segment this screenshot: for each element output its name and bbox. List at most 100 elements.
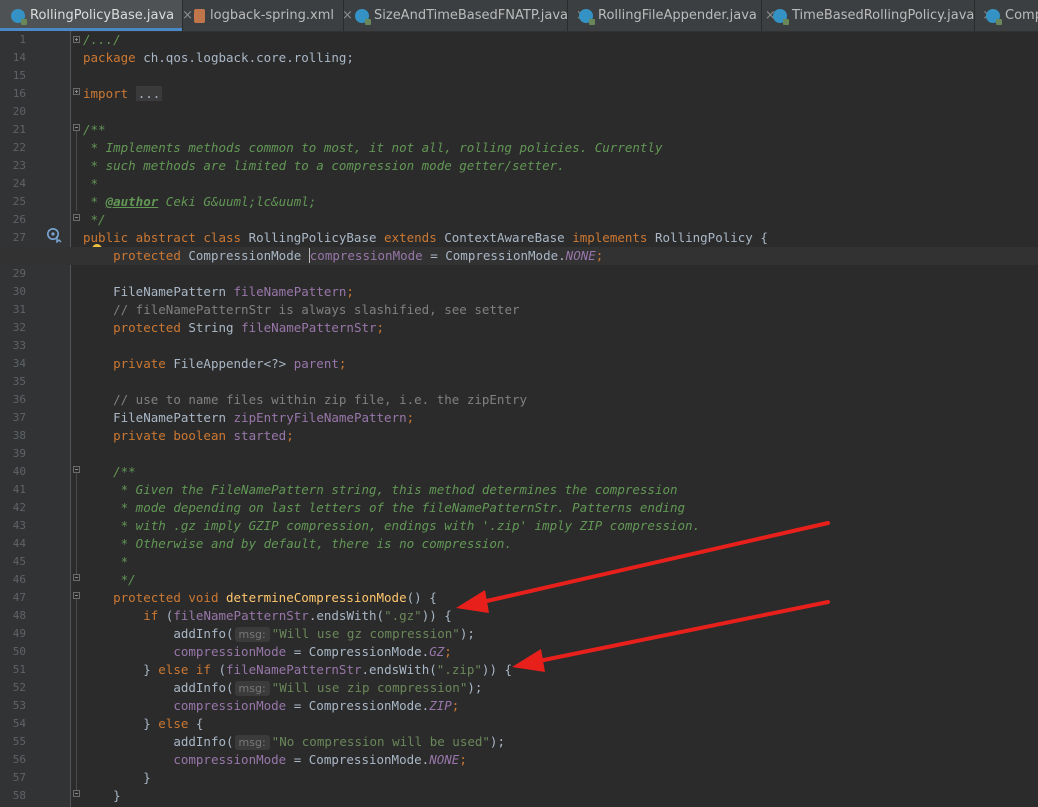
fold-guide bbox=[76, 131, 77, 211]
java-class-icon bbox=[986, 8, 1002, 25]
semicolon: ; bbox=[595, 248, 604, 263]
code-line-42: * mode depending on last letters of the … bbox=[83, 499, 685, 517]
folded-header-comment[interactable]: /.../ bbox=[83, 32, 121, 47]
keyword: protected bbox=[113, 248, 181, 263]
fold-collapse-icon[interactable] bbox=[73, 790, 80, 797]
code-line-51: } else if (fileNamePatternStr.endsWith("… bbox=[83, 661, 512, 679]
field-name: compressionMode bbox=[173, 752, 287, 767]
base-class: ContextAwareBase bbox=[436, 230, 573, 245]
type-name: CompressionMode bbox=[180, 248, 309, 263]
tab-timebasedrollingpolicy[interactable]: TimeBasedRollingPolicy.java × bbox=[762, 0, 993, 31]
line-number: 16 bbox=[12, 87, 26, 100]
field-name: started bbox=[226, 428, 287, 443]
line-number: 55 bbox=[12, 735, 26, 748]
tab-label: SizeAndTimeBasedFNATP.java bbox=[374, 8, 569, 23]
code-text: ( bbox=[158, 608, 174, 623]
line-number: 52 bbox=[12, 681, 26, 694]
editor-gutter: 1 14 15 16 20 21 22 23 24 25 26 27 28 29… bbox=[0, 31, 70, 807]
string-literal: "No compression will be used" bbox=[271, 734, 490, 749]
enum-constant: GZ bbox=[429, 644, 445, 659]
folded-imports[interactable]: ... bbox=[135, 86, 163, 101]
fold-collapse-icon[interactable] bbox=[73, 214, 80, 221]
code-line-50: compressionMode = CompressionMode.GZ; bbox=[83, 643, 451, 661]
line-number: 37 bbox=[12, 411, 26, 424]
line-number: 26 bbox=[12, 213, 26, 226]
code-line-30: FileNamePattern fileNamePattern; bbox=[83, 283, 354, 301]
java-class-icon bbox=[773, 8, 789, 25]
field-name: fileNamePatternStr bbox=[241, 320, 377, 335]
code-line-14: package ch.qos.logback.core.rolling; bbox=[83, 49, 354, 67]
fold-expand-icon[interactable] bbox=[73, 88, 80, 95]
code-line-25: * @author Ceki G&uuml;lc&uuml; bbox=[83, 193, 317, 211]
code-line-36: // use to name files within zip file, i.… bbox=[83, 391, 527, 409]
type-name: FileNamePattern bbox=[113, 410, 234, 425]
tab-rollingfileappender[interactable]: RollingFileAppender.java × bbox=[568, 0, 776, 31]
code-text: ); bbox=[467, 680, 483, 695]
code-line-57: } bbox=[83, 769, 151, 787]
code-text: )) { bbox=[481, 662, 513, 677]
line-number: 33 bbox=[12, 339, 26, 352]
code-line-48: if (fileNamePatternStr.endsWith(".gz")) … bbox=[83, 607, 452, 625]
line-number: 32 bbox=[12, 321, 26, 334]
string-literal: "Will use gz compression" bbox=[271, 626, 460, 641]
tab-rollingpolicybase[interactable]: RollingPolicyBase.java × bbox=[0, 0, 193, 31]
tab-sizeandtimebasedfnatp[interactable]: SizeAndTimeBasedFNATP.java × bbox=[344, 0, 587, 31]
line-number: 24 bbox=[12, 177, 26, 190]
fold-collapse-icon[interactable] bbox=[73, 466, 80, 473]
fold-guide bbox=[76, 473, 77, 577]
keyword: protected bbox=[113, 320, 181, 335]
gutter-divider bbox=[70, 31, 71, 807]
line-number: 54 bbox=[12, 717, 26, 730]
line-number: 46 bbox=[12, 573, 26, 586]
string-literal: ".gz" bbox=[384, 608, 422, 623]
comment-text: * bbox=[83, 194, 106, 209]
method-name: determineCompressionMode bbox=[218, 590, 407, 605]
code-line-27: public abstract class RollingPolicyBase … bbox=[83, 229, 768, 247]
fold-guide bbox=[76, 599, 77, 794]
keyword: import bbox=[83, 86, 129, 101]
class-name: RollingPolicyBase bbox=[241, 230, 385, 245]
comment-text: * Given the FileNamePattern string, this… bbox=[113, 482, 678, 497]
method-call: addInfo( bbox=[173, 626, 234, 641]
line-number: 40 bbox=[12, 465, 26, 478]
code-line-24: * bbox=[83, 176, 99, 191]
line-number: 44 bbox=[12, 537, 26, 550]
semicolon: ; bbox=[406, 410, 415, 425]
tab-label: RollingPolicyBase.java bbox=[30, 8, 175, 23]
code-line-23: * such methods are limited to a compress… bbox=[83, 158, 565, 173]
code-editor[interactable]: /.../ package ch.qos.logback.core.rollin… bbox=[0, 31, 1038, 807]
implemented-marker-icon[interactable] bbox=[46, 227, 62, 243]
code-line-49: addInfo(msg: "Will use gz compression"); bbox=[83, 625, 475, 643]
xml-file-icon bbox=[194, 8, 205, 23]
code-line-26: */ bbox=[83, 212, 106, 227]
code-text: ); bbox=[459, 626, 475, 641]
comment-text: * with .gz imply GZIP compression, endin… bbox=[113, 518, 701, 533]
code-line-37: FileNamePattern zipEntryFileNamePattern; bbox=[83, 409, 414, 427]
tab-label: TimeBasedRollingPolicy.java bbox=[792, 8, 975, 23]
string-literal: ".zip" bbox=[436, 662, 482, 677]
code-text: } bbox=[143, 662, 159, 677]
keyword: public abstract class bbox=[83, 230, 242, 245]
fold-expand-icon[interactable] bbox=[73, 36, 80, 43]
code-line-34: private FileAppender<?> parent; bbox=[83, 355, 346, 373]
tab-label: logback-spring.xml bbox=[210, 8, 334, 23]
code-line-21: /** bbox=[83, 122, 106, 137]
tab-compr[interactable]: Compr bbox=[975, 0, 1038, 31]
keyword: private boolean bbox=[113, 428, 226, 443]
keyword: else bbox=[158, 716, 189, 731]
field-name: compressionMode bbox=[173, 644, 287, 659]
fold-collapse-icon[interactable] bbox=[73, 124, 80, 131]
code-text: () { bbox=[406, 590, 437, 605]
closing-brace: } bbox=[113, 788, 121, 803]
fold-collapse-icon[interactable] bbox=[73, 592, 80, 599]
enum-constant: NONE bbox=[429, 752, 460, 767]
comment-text: /** bbox=[113, 464, 136, 479]
semicolon: ; bbox=[286, 428, 294, 443]
tab-logback-spring[interactable]: logback-spring.xml × bbox=[183, 0, 353, 31]
code-line-56: compressionMode = CompressionMode.NONE; bbox=[83, 751, 467, 769]
semicolon: ; bbox=[338, 356, 347, 371]
code-line-38: private boolean started; bbox=[83, 427, 294, 445]
comment-text: * bbox=[113, 554, 129, 569]
code-text: = CompressionMode. bbox=[286, 752, 430, 767]
fold-collapse-icon[interactable] bbox=[73, 574, 80, 581]
